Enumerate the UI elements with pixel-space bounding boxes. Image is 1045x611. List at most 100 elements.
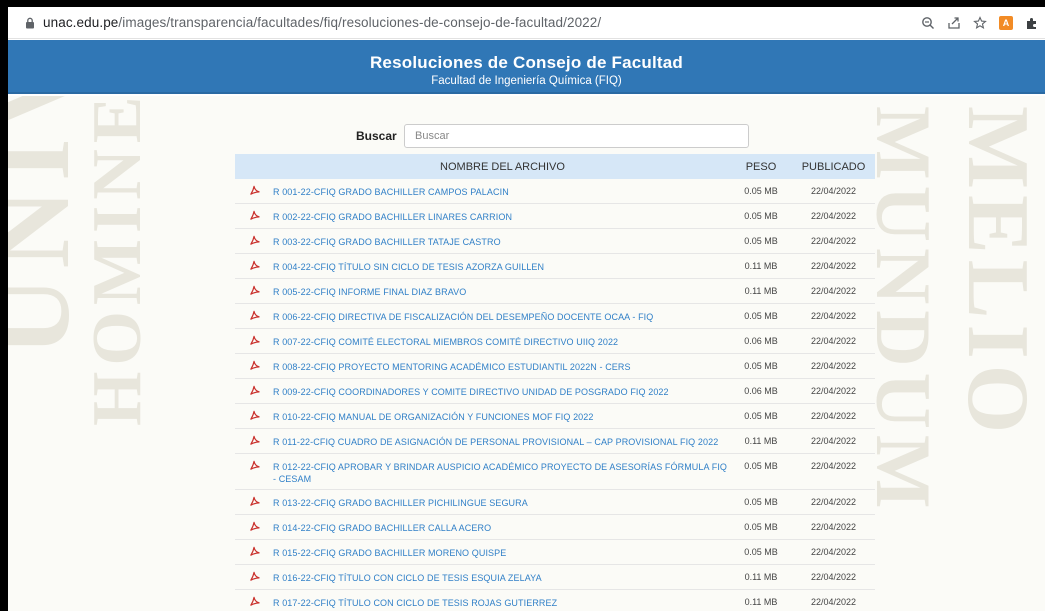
file-link[interactable]: R 015-22-CFIQ GRADO BACHILLER MORENO QUI… — [273, 540, 730, 559]
pdf-icon[interactable] — [235, 515, 273, 532]
table-row[interactable]: R 004-22-CFIQ TÍTULO SIN CICLO DE TESIS … — [235, 254, 875, 279]
pdf-icon[interactable] — [235, 590, 273, 607]
file-link[interactable]: R 014-22-CFIQ GRADO BACHILLER CALLA ACER… — [273, 515, 730, 534]
share-icon[interactable] — [941, 10, 967, 36]
address-bar[interactable]: unac.edu.pe/images/transparencia/faculta… — [8, 7, 1045, 39]
column-header-size[interactable]: PESO — [730, 161, 792, 173]
puzzle-icon[interactable] — [1019, 10, 1045, 36]
file-size: 0.05 MB — [744, 547, 778, 557]
browser-window: unac.edu.pe/images/transparencia/faculta… — [8, 7, 1045, 611]
table-row[interactable]: R 006-22-CFIQ DIRECTIVA DE FISCALIZACIÓN… — [235, 304, 875, 329]
table-row[interactable]: R 001-22-CFIQ GRADO BACHILLER CAMPOS PAL… — [235, 179, 875, 204]
file-date: 22/04/2022 — [810, 497, 857, 507]
pdf-icon[interactable] — [235, 429, 273, 446]
pdf-icon[interactable] — [235, 379, 273, 396]
file-date: 22/04/2022 — [810, 386, 857, 396]
file-size: 0.05 MB — [744, 522, 778, 532]
file-link[interactable]: R 006-22-CFIQ DIRECTIVA DE FISCALIZACIÓN… — [273, 304, 730, 323]
url-host: unac.edu.pe — [43, 15, 119, 30]
file-date: 22/04/2022 — [810, 211, 857, 221]
pdf-icon[interactable] — [235, 404, 273, 421]
page-header: Resoluciones de Consejo de Facultad Facu… — [8, 40, 1045, 94]
file-date: 22/04/2022 — [810, 461, 857, 471]
table-header: NOMBRE DEL ARCHIVO PESO PUBLICADO — [235, 154, 875, 179]
file-link[interactable]: R 011-22-CFIQ CUADRO DE ASIGNACIÓN DE PE… — [273, 429, 730, 448]
file-size: 0.06 MB — [744, 386, 778, 396]
file-link[interactable]: R 012-22-CFIQ APROBAR Y BRINDAR AUSPICIO… — [273, 454, 730, 485]
table-row[interactable]: R 016-22-CFIQ TÍTULO CON CICLO DE TESIS … — [235, 565, 875, 590]
pdf-icon[interactable] — [235, 454, 273, 471]
file-date: 22/04/2022 — [810, 522, 857, 532]
file-link[interactable]: R 001-22-CFIQ GRADO BACHILLER CAMPOS PAL… — [273, 179, 730, 198]
watermark-left: UNIVE — [8, 96, 92, 356]
file-date: 22/04/2022 — [810, 311, 857, 321]
table-row[interactable]: R 011-22-CFIQ CUADRO DE ASIGNACIÓN DE PE… — [235, 429, 875, 454]
pdf-icon[interactable] — [235, 204, 273, 221]
file-size: 0.11 MB — [744, 572, 778, 582]
table-row[interactable]: R 007-22-CFIQ COMITÉ ELECTORAL MIEMBROS … — [235, 329, 875, 354]
pdf-icon[interactable] — [235, 490, 273, 507]
pdf-icon[interactable] — [235, 540, 273, 557]
table-row[interactable]: R 002-22-CFIQ GRADO BACHILLER LINARES CA… — [235, 204, 875, 229]
url-text[interactable]: unac.edu.pe/images/transparencia/faculta… — [43, 15, 601, 30]
search-bar: Buscar — [356, 124, 749, 148]
file-size: 0.11 MB — [744, 261, 778, 271]
pdf-icon[interactable] — [235, 254, 273, 271]
file-link[interactable]: R 009-22-CFIQ COORDINADORES Y COMITE DIR… — [273, 379, 730, 398]
search-input[interactable] — [404, 124, 749, 148]
table-row[interactable]: R 012-22-CFIQ APROBAR Y BRINDAR AUSPICIO… — [235, 454, 875, 490]
file-date: 22/04/2022 — [810, 261, 857, 271]
pdf-icon[interactable] — [235, 565, 273, 582]
search-label: Buscar — [356, 129, 397, 143]
pdf-icon[interactable] — [235, 354, 273, 371]
file-link[interactable]: R 007-22-CFIQ COMITÉ ELECTORAL MIEMBROS … — [273, 329, 730, 348]
table-row[interactable]: R 015-22-CFIQ GRADO BACHILLER MORENO QUI… — [235, 540, 875, 565]
file-date: 22/04/2022 — [810, 336, 857, 346]
lock-icon[interactable] — [23, 16, 37, 30]
pdf-icon[interactable] — [235, 279, 273, 296]
watermark-left-2: HOMINEM — [79, 96, 156, 426]
file-link[interactable]: R 005-22-CFIQ INFORME FINAL DIAZ BRAVO — [273, 279, 730, 298]
file-link[interactable]: R 010-22-CFIQ MANUAL DE ORGANIZACIÓN Y F… — [273, 404, 730, 423]
table-row[interactable]: R 009-22-CFIQ COORDINADORES Y COMITE DIR… — [235, 379, 875, 404]
file-link[interactable]: R 008-22-CFIQ PROYECTO MENTORING ACADÉMI… — [273, 354, 730, 373]
file-link[interactable]: R 003-22-CFIQ GRADO BACHILLER TATAJE CAS… — [273, 229, 730, 248]
file-date: 22/04/2022 — [810, 286, 857, 296]
table-row[interactable]: R 008-22-CFIQ PROYECTO MENTORING ACADÉMI… — [235, 354, 875, 379]
pdf-icon[interactable] — [235, 329, 273, 346]
pdf-icon[interactable] — [235, 179, 273, 196]
file-size: 0.11 MB — [744, 286, 778, 296]
file-link[interactable]: R 004-22-CFIQ TÍTULO SIN CICLO DE TESIS … — [273, 254, 730, 273]
file-size: 0.06 MB — [744, 336, 778, 346]
table-row[interactable]: R 005-22-CFIQ INFORME FINAL DIAZ BRAVO 0.… — [235, 279, 875, 304]
extension-icon[interactable]: A — [993, 10, 1019, 36]
pdf-icon[interactable] — [235, 304, 273, 321]
star-icon[interactable] — [967, 10, 993, 36]
file-size: 0.05 MB — [744, 461, 778, 471]
file-size: 0.05 MB — [744, 311, 778, 321]
zoom-icon[interactable] — [915, 10, 941, 36]
toolbar-icons: A — [915, 7, 1045, 39]
file-size: 0.11 MB — [744, 597, 778, 607]
file-size: 0.05 MB — [744, 186, 778, 196]
watermark-right-2: MELIO — [949, 106, 1045, 440]
file-date: 22/04/2022 — [810, 572, 857, 582]
table-row[interactable]: R 014-22-CFIQ GRADO BACHILLER CALLA ACER… — [235, 515, 875, 540]
file-size: 0.05 MB — [744, 211, 778, 221]
table-row[interactable]: R 017-22-CFIQ TÍTULO CON CICLO DE TESIS … — [235, 590, 875, 611]
file-link[interactable]: R 016-22-CFIQ TÍTULO CON CICLO DE TESIS … — [273, 565, 730, 584]
table-row[interactable]: R 010-22-CFIQ MANUAL DE ORGANIZACIÓN Y F… — [235, 404, 875, 429]
page-subtitle: Facultad de Ingeniería Química (FIQ) — [431, 75, 622, 87]
file-link[interactable]: R 017-22-CFIQ TÍTULO CON CICLO DE TESIS … — [273, 590, 730, 609]
file-date: 22/04/2022 — [810, 411, 857, 421]
file-link[interactable]: R 013-22-CFIQ GRADO BACHILLER PICHILINGU… — [273, 490, 730, 509]
table-row[interactable]: R 003-22-CFIQ GRADO BACHILLER TATAJE CAS… — [235, 229, 875, 254]
table-row[interactable]: R 013-22-CFIQ GRADO BACHILLER PICHILINGU… — [235, 490, 875, 515]
column-header-name[interactable]: NOMBRE DEL ARCHIVO — [235, 161, 730, 173]
column-header-date[interactable]: PUBLICADO — [792, 161, 875, 173]
file-date: 22/04/2022 — [810, 186, 857, 196]
file-date: 22/04/2022 — [810, 236, 857, 246]
pdf-icon[interactable] — [235, 229, 273, 246]
file-link[interactable]: R 002-22-CFIQ GRADO BACHILLER LINARES CA… — [273, 204, 730, 223]
file-date: 22/04/2022 — [810, 547, 857, 557]
